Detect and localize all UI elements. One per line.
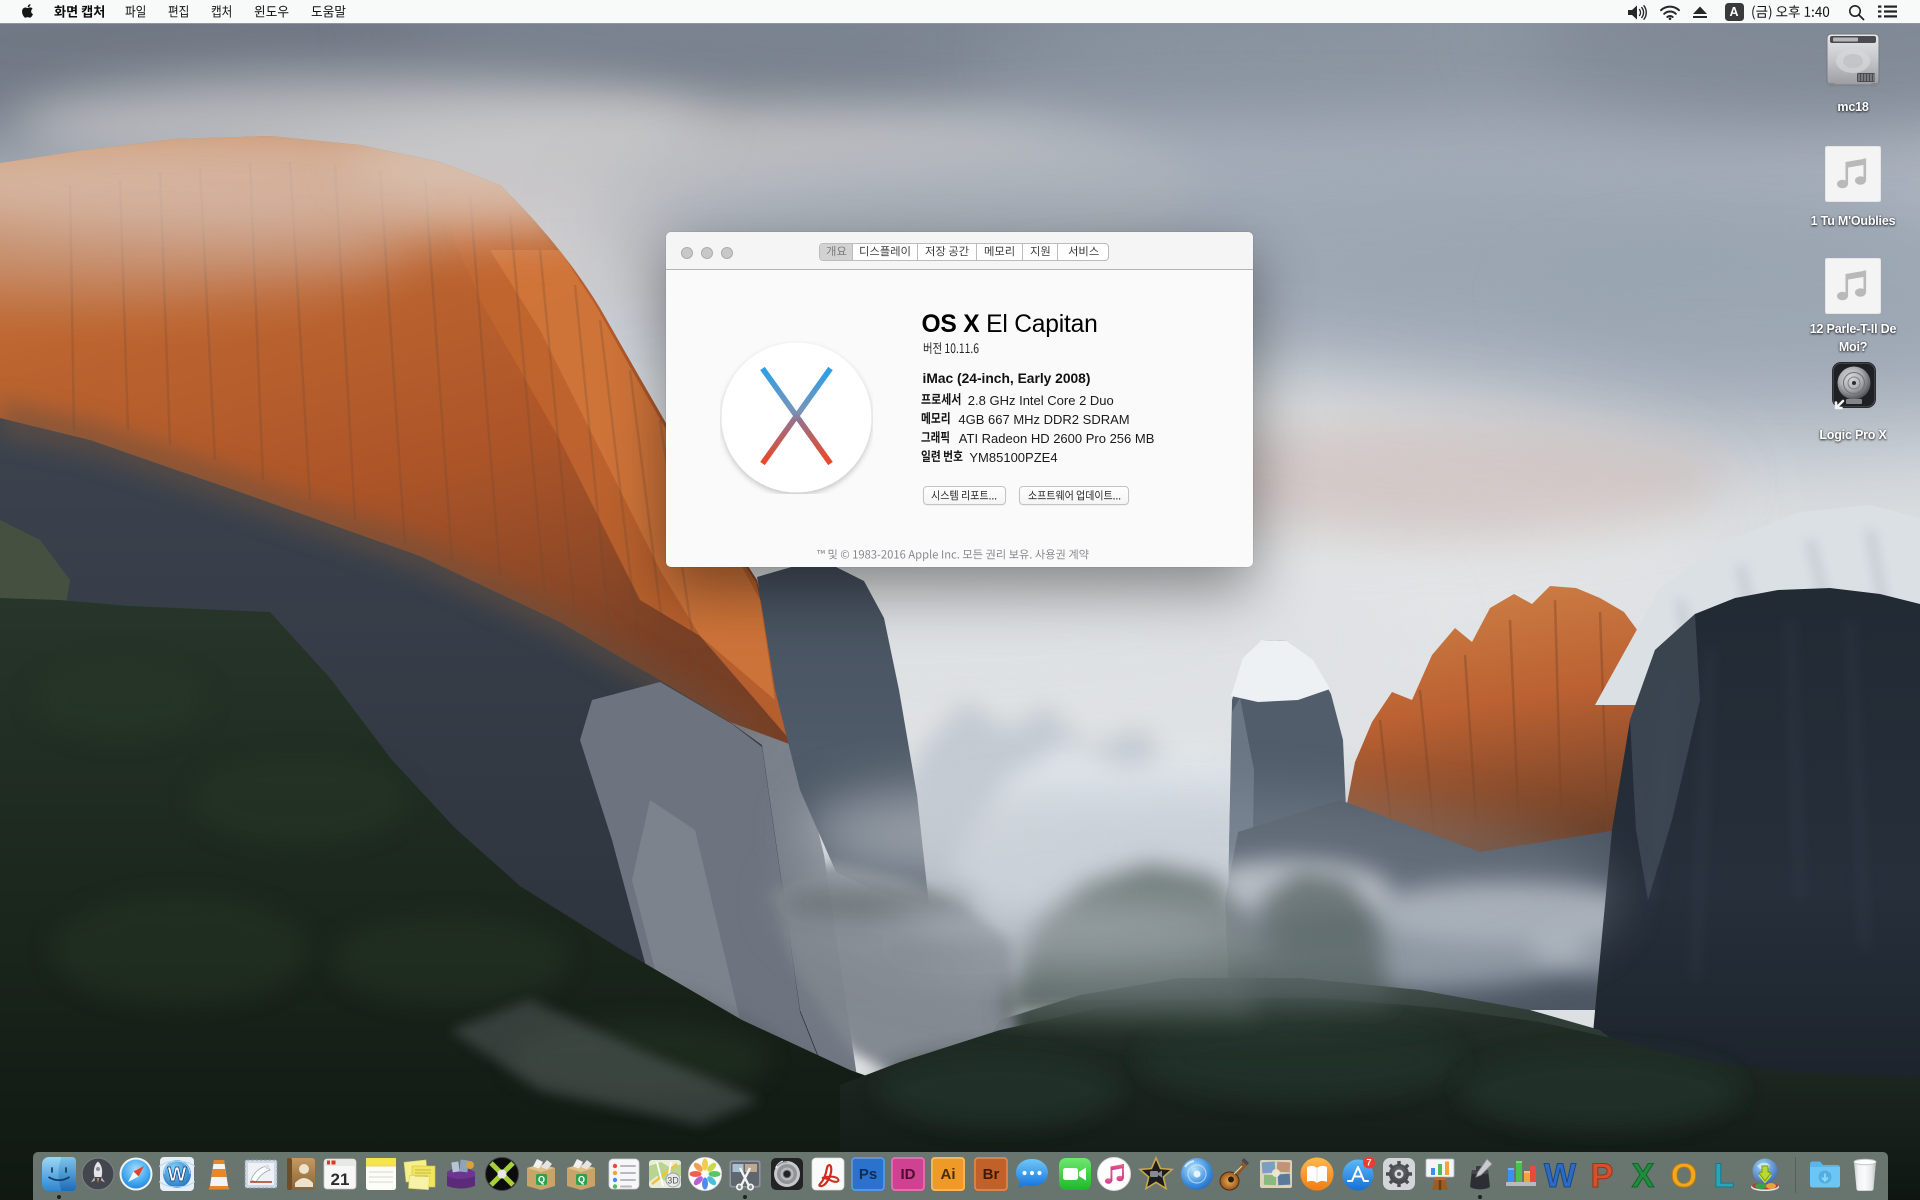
- svg-text:P: P: [1591, 1157, 1614, 1192]
- svg-text:O: O: [1671, 1157, 1697, 1192]
- svg-text:Ai: Ai: [941, 1166, 956, 1183]
- svg-text:Ps: Ps: [859, 1166, 877, 1183]
- svg-text:3D: 3D: [667, 1176, 679, 1186]
- svg-text:W: W: [168, 1164, 187, 1186]
- svg-text:7: 7: [1366, 1158, 1371, 1168]
- svg-text:W: W: [1544, 1157, 1577, 1192]
- svg-text:Br: Br: [983, 1166, 1000, 1183]
- svg-text:ID: ID: [901, 1166, 916, 1183]
- svg-text:X: X: [1632, 1157, 1655, 1192]
- svg-text:Q: Q: [578, 1175, 585, 1185]
- svg-text:L: L: [1714, 1157, 1735, 1192]
- svg-text:Q: Q: [538, 1175, 545, 1185]
- svg-text:21: 21: [331, 1170, 350, 1189]
